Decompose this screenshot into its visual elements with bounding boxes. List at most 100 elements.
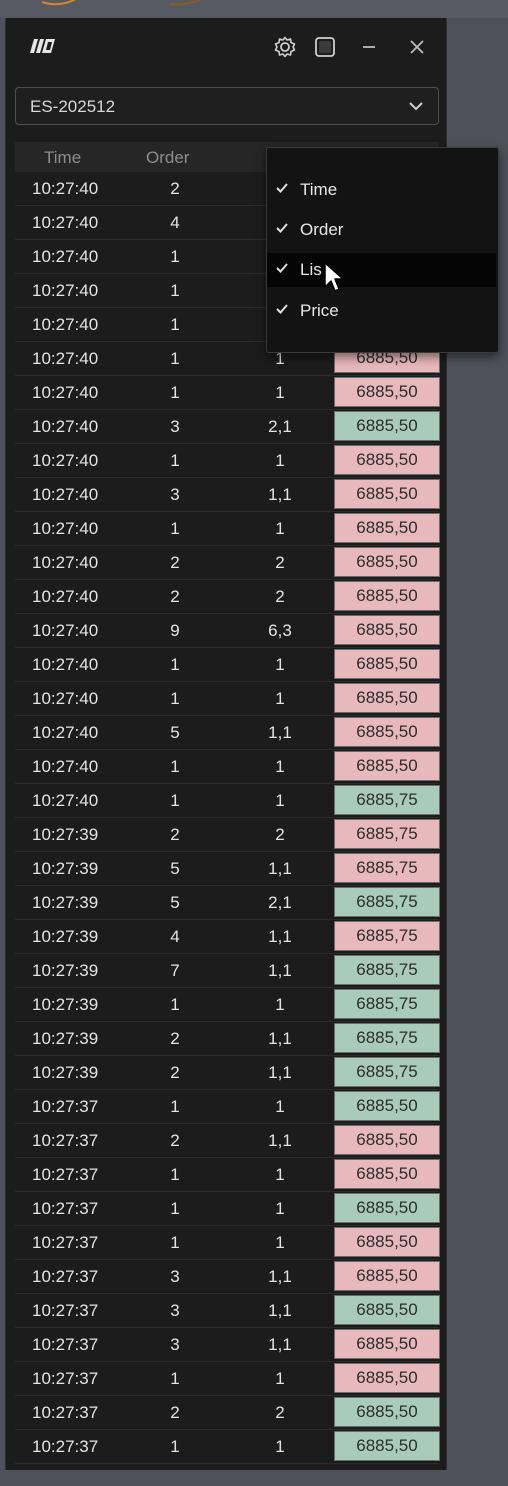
trade-time: 10:27:39 [32,1029,99,1048]
trade-order: 1 [170,655,180,674]
trade-time: 10:27:39 [32,927,99,946]
trade-order: 1 [170,315,180,334]
trade-lis: 2 [275,553,285,572]
symbol-dropdown[interactable]: ES-202512 [15,87,439,125]
trade-order: 1 [170,1437,180,1456]
table-row[interactable]: 10:27:40 1 1 6885,50 [15,682,440,716]
table-row[interactable]: 10:27:39 2 1,1 6885,75 [15,1056,440,1090]
table-row[interactable]: 10:27:37 2 2 6885,50 [15,1396,440,1430]
trade-time: 10:27:40 [32,349,99,368]
trade-order: 2 [170,1063,180,1082]
layout-panel-icon[interactable] [312,34,338,60]
trade-price: 6885,75 [334,921,440,951]
trade-time: 10:27:40 [32,179,99,198]
trade-order: 2 [170,1131,180,1150]
table-row[interactable]: 10:27:37 1 1 6885,50 [15,1158,440,1192]
trade-lis: 2,1 [268,893,292,912]
trade-order: 3 [170,1335,180,1354]
trade-time: 10:27:40 [32,587,99,606]
menu-item-time[interactable]: Time [267,173,496,207]
trade-lis: 2 [275,825,285,844]
trade-time: 10:27:40 [32,655,99,674]
table-row[interactable]: 10:27:37 3 1,1 6885,50 [15,1260,440,1294]
trade-time: 10:27:40 [32,383,99,402]
close-icon[interactable] [404,34,430,60]
table-row[interactable]: 10:27:39 1 1 6885,75 [15,988,440,1022]
table-row[interactable]: 10:27:40 5 1,1 6885,50 [15,716,440,750]
trade-time: 10:27:39 [32,961,99,980]
trade-order: 1 [170,281,180,300]
trade-price: 6885,50 [334,377,440,407]
minimize-icon[interactable] [356,34,382,60]
trade-price: 6885,50 [334,1159,440,1189]
table-row[interactable]: 10:27:37 1 1 6885,50 [15,1362,440,1396]
trade-order: 4 [170,213,180,232]
trade-order: 1 [170,349,180,368]
trade-time: 10:27:39 [32,825,99,844]
trade-lis: 1,1 [268,927,292,946]
trade-order: 3 [170,1301,180,1320]
trade-price: 6885,50 [334,1329,440,1359]
table-row[interactable]: 10:27:39 4 1,1 6885,75 [15,920,440,954]
trade-order: 4 [170,927,180,946]
table-row[interactable]: 10:27:37 3 1,1 6885,50 [15,1328,440,1362]
table-row[interactable]: 10:27:39 2 1,1 6885,75 [15,1022,440,1056]
trade-order: 1 [170,1369,180,1388]
column-header-order[interactable]: Order [146,148,189,168]
trade-order: 2 [170,825,180,844]
trade-lis: 1 [275,1165,285,1184]
trade-lis: 1 [275,791,285,810]
trade-time: 10:27:37 [32,1301,99,1320]
trade-time: 10:27:40 [32,485,99,504]
menu-item-lis[interactable]: Lis [267,253,496,287]
trade-order: 9 [170,621,180,640]
table-row[interactable]: 10:27:37 1 1 6885,50 [15,1090,440,1124]
table-row[interactable]: 10:27:40 1 1 6885,50 [15,648,440,682]
table-row[interactable]: 10:27:40 1 1 6885,50 [15,750,440,784]
table-row[interactable]: 10:27:40 9 6,3 6885,50 [15,614,440,648]
trade-lis: 1 [275,1233,285,1252]
trade-time: 10:27:40 [32,519,99,538]
trade-time: 10:27:37 [32,1437,99,1456]
trade-time: 10:27:39 [32,995,99,1014]
table-row[interactable]: 10:27:37 1 1 6885,50 [15,1226,440,1260]
title-bar[interactable] [6,18,446,78]
trade-lis: 1,1 [268,1267,292,1286]
table-row[interactable]: 10:27:37 1 1 6885,50 [15,1192,440,1226]
trade-lis: 1,1 [268,859,292,878]
trade-order: 2 [170,1029,180,1048]
trade-lis: 1,1 [268,1063,292,1082]
symbol-value: ES-202512 [30,97,116,116]
table-row[interactable]: 10:27:39 2 2 6885,75 [15,818,440,852]
table-row[interactable]: 10:27:40 1 1 6885,75 [15,784,440,818]
table-row[interactable]: 10:27:40 2 2 6885,50 [15,546,440,580]
table-row[interactable]: 10:27:40 2 2 6885,50 [15,580,440,614]
table-row[interactable]: 10:27:40 3 2,1 6885,50 [15,410,440,444]
trade-time: 10:27:40 [32,281,99,300]
trade-time: 10:27:40 [32,247,99,266]
table-row[interactable]: 10:27:39 5 1,1 6885,75 [15,852,440,886]
table-row[interactable]: 10:27:39 7 1,1 6885,75 [15,954,440,988]
trade-price: 6885,50 [334,649,440,679]
table-row[interactable]: 10:27:37 1 1 6885,50 [15,1430,440,1464]
table-row[interactable]: 10:27:39 5 2,1 6885,75 [15,886,440,920]
trade-price: 6885,50 [334,513,440,543]
table-row[interactable]: 10:27:40 1 1 6885,50 [15,512,440,546]
table-row[interactable]: 10:27:37 3 1,1 6885,50 [15,1294,440,1328]
trade-lis: 1 [275,383,285,402]
trade-lis: 1 [275,451,285,470]
table-row[interactable]: 10:27:40 1 1 6885,50 [15,376,440,410]
app-logo-icon [30,39,55,53]
table-row[interactable]: 10:27:40 3 1,1 6885,50 [15,478,440,512]
trade-time: 10:27:40 [32,451,99,470]
table-row[interactable]: 10:27:37 2 1,1 6885,50 [15,1124,440,1158]
menu-item-price[interactable]: Price [267,294,496,328]
trade-lis: 1,1 [268,1301,292,1320]
table-row[interactable]: 10:27:40 1 1 6885,50 [15,444,440,478]
menu-item-order[interactable]: Order [267,213,496,247]
column-header-time[interactable]: Time [44,148,81,168]
checkmark-icon [276,263,288,273]
settings-gear-icon[interactable] [272,34,298,60]
trade-lis: 1,1 [268,1131,292,1150]
trade-price: 6885,50 [334,479,440,509]
